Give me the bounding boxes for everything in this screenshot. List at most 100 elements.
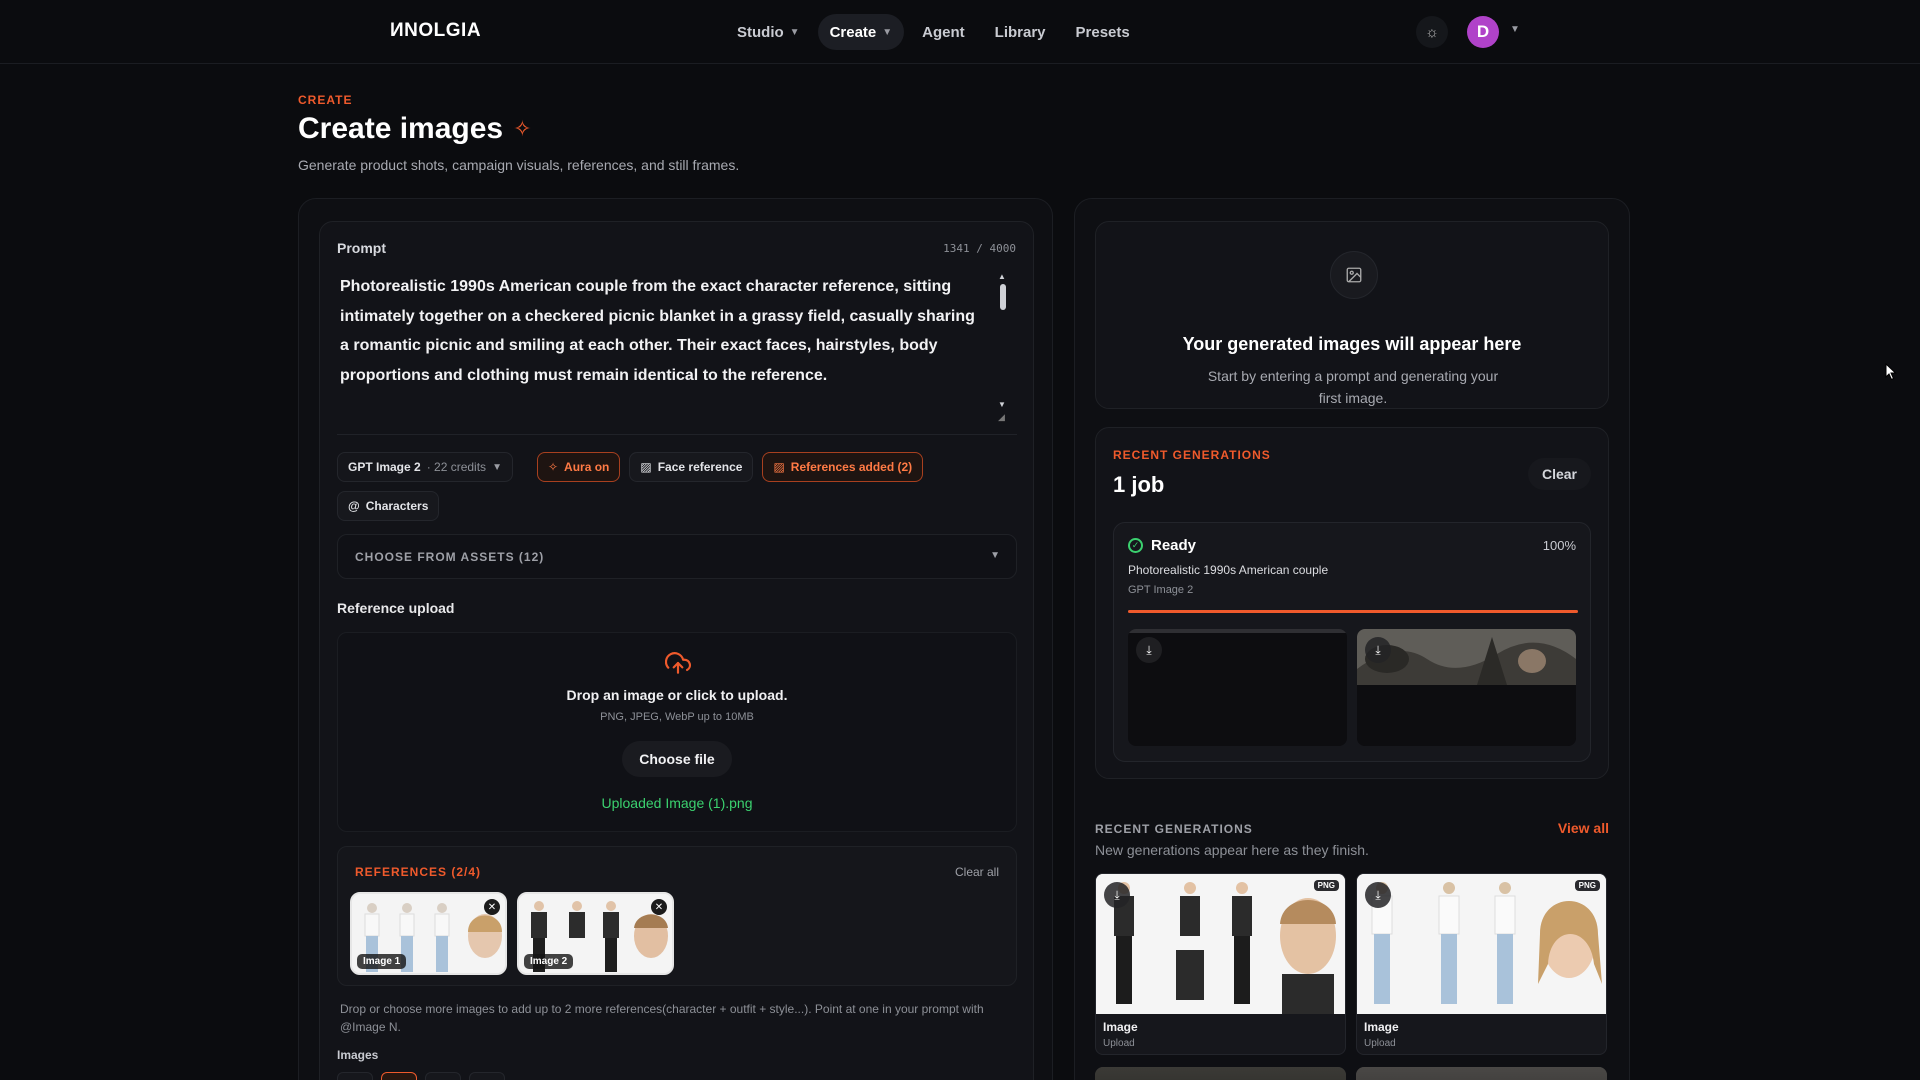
generated-image-thumbnail[interactable]: ⤓ — [1357, 629, 1576, 746]
empty-state-title: Your generated images will appear here — [1182, 334, 1522, 354]
page-subtitle: Generate product shots, campaign visuals… — [298, 157, 740, 173]
chevron-down-icon: ▼ — [882, 26, 893, 38]
generation-card[interactable]: ⤓ PNG Image Upload — [1356, 873, 1607, 1055]
nav-label: Agent — [922, 23, 965, 41]
nav-label: Presets — [1075, 23, 1130, 41]
job-description: Photorealistic 1990s American couple — [1128, 563, 1329, 577]
character-counter: 1341 / 4000 — [943, 242, 1016, 255]
image-count-option-selected[interactable] — [381, 1072, 417, 1080]
references-help-text: Drop or choose more images to add up to … — [340, 1002, 984, 1034]
clear-all-button[interactable]: Clear all — [955, 865, 999, 879]
generation-image — [1356, 1067, 1607, 1080]
chevron-down-icon: ▼ — [492, 461, 502, 473]
generation-preview — [1096, 874, 1345, 1014]
user-avatar[interactable]: D — [1467, 16, 1499, 48]
upload-dropzone[interactable]: Drop an image or click to upload. PNG, J… — [337, 632, 1017, 832]
remove-reference-icon[interactable]: ✕ — [651, 899, 667, 915]
empty-state-card: Your generated images will appear here S… — [1095, 221, 1609, 409]
resize-handle-icon[interactable]: ◢ — [998, 412, 1005, 423]
reference-upload-title: Reference upload — [337, 600, 455, 616]
image-count-option[interactable] — [469, 1072, 505, 1080]
scroll-down-arrow-icon[interactable]: ▼ — [998, 400, 1006, 409]
image-count-option[interactable] — [337, 1072, 373, 1080]
job-progress-bar — [1128, 610, 1578, 613]
images-count-selector — [337, 1072, 505, 1080]
face-reference-button[interactable]: ▨ Face reference — [629, 452, 754, 482]
reference-thumbnail[interactable]: ✕ Image 2 — [517, 892, 674, 975]
view-all-link[interactable]: View all — [1558, 820, 1609, 836]
empty-state-subtitle: Start by entering a prompt and generatin… — [1207, 368, 1499, 406]
results-panel: Your generated images will appear here S… — [1074, 198, 1630, 1080]
characters-button[interactable]: @ Characters — [337, 491, 440, 521]
generation-preview — [1357, 874, 1606, 1014]
aura-toggle[interactable]: ✧ Aura on — [536, 452, 621, 482]
scrollbar-thumb[interactable] — [1000, 284, 1006, 310]
generation-options: GPT Image 2 · 22 credits ▼ ✧ Aura on ▨ F… — [337, 452, 1027, 521]
page-title-text: Create images — [298, 112, 504, 145]
nav-label: Create — [829, 23, 877, 41]
choose-file-button[interactable]: Choose file — [622, 741, 732, 777]
main-nav: Studio ▼ Create ▼ Agent Library Presets — [725, 14, 1142, 50]
model-name: GPT Image 2 — [348, 460, 421, 474]
aura-label: Aura on — [564, 460, 610, 474]
chevron-down-icon[interactable]: ▼ — [1510, 24, 1520, 35]
face-reference-label: Face reference — [657, 460, 743, 474]
sparkle-icon: ✧ — [547, 460, 559, 474]
choose-from-assets-dropdown[interactable]: CHOOSE FROM ASSETS (12) ▼ — [337, 534, 1017, 579]
references-added-button[interactable]: ▨ References added (2) — [762, 452, 924, 482]
page-title: Create images ✧ — [298, 112, 532, 146]
theme-toggle-button[interactable]: ☼ — [1416, 16, 1448, 48]
download-icon[interactable]: ⤓ — [1136, 637, 1162, 663]
image-icon: ▨ — [773, 460, 785, 474]
reference-label: Image 1 — [357, 954, 407, 969]
mouse-cursor-icon — [1885, 363, 1897, 381]
job-status: ✓ Ready — [1128, 537, 1196, 554]
uploaded-file-status: Uploaded Image (1).png — [601, 795, 753, 811]
generation-image: ⤓ PNG — [1357, 874, 1606, 1014]
remove-reference-icon[interactable]: ✕ — [484, 899, 500, 915]
references-box: REFERENCES (2/4) Clear all ✕ Image 1 ✕ I… — [337, 846, 1017, 986]
download-icon[interactable]: ⤓ — [1104, 882, 1130, 908]
generation-card[interactable] — [1356, 1067, 1607, 1080]
prompt-label: Prompt — [337, 240, 386, 256]
page-eyebrow: CREATE — [298, 93, 353, 107]
generation-card[interactable] — [1095, 1067, 1346, 1080]
image-count-option[interactable] — [425, 1072, 461, 1080]
nav-item-studio[interactable]: Studio ▼ — [725, 14, 812, 50]
reference-thumbnail[interactable]: ✕ Image 1 — [350, 892, 507, 975]
assets-label: CHOOSE FROM ASSETS (12) — [355, 550, 545, 564]
nav-item-library[interactable]: Library — [983, 14, 1058, 50]
job-percent: 100% — [1542, 538, 1576, 553]
generation-name: Image — [1364, 1020, 1399, 1034]
generation-image — [1095, 1067, 1346, 1080]
generation-source: Upload — [1364, 1038, 1396, 1049]
at-sign-icon: @ — [348, 499, 360, 513]
nav-item-agent[interactable]: Agent — [910, 14, 977, 50]
nav-item-create[interactable]: Create ▼ — [817, 14, 905, 50]
image-icon: ▨ — [640, 460, 652, 474]
references-added-label: References added (2) — [790, 460, 913, 474]
brand-logo[interactable]: ИNOLGIA — [390, 20, 481, 42]
thumbnail-top-edge — [1128, 629, 1347, 633]
download-icon[interactable]: ⤓ — [1365, 882, 1391, 908]
top-navigation-bar: ИNOLGIA Studio ▼ Create ▼ Agent Library … — [0, 0, 1920, 64]
clear-jobs-button[interactable]: Clear — [1527, 458, 1591, 490]
jobs-eyebrow: RECENT GENERATIONS — [1113, 448, 1271, 462]
model-credits: · 22 credits — [426, 460, 487, 474]
jobs-count: 1 job — [1113, 472, 1165, 497]
characters-label: Characters — [365, 499, 429, 513]
reference-label: Image 2 — [524, 954, 574, 969]
images-count-label: Images — [337, 1048, 379, 1062]
dropzone-hint: PNG, JPEG, WebP up to 10MB — [600, 711, 754, 723]
download-icon[interactable]: ⤓ — [1365, 637, 1391, 663]
prompt-scrollbar[interactable]: ▲ ▼ ◢ — [998, 272, 1008, 422]
job-item[interactable]: ✓ Ready 100% Photorealistic 1990s Americ… — [1113, 522, 1591, 762]
generated-image-thumbnail[interactable]: ⤓ — [1128, 629, 1347, 746]
chevron-down-icon: ▼ — [789, 26, 800, 38]
scroll-up-arrow-icon[interactable]: ▲ — [998, 272, 1006, 281]
generation-card[interactable]: ⤓ PNG Image Upload — [1095, 873, 1346, 1055]
nav-item-presets[interactable]: Presets — [1064, 14, 1142, 50]
prompt-textarea[interactable]: Photorealistic 1990s American couple fro… — [340, 272, 985, 390]
model-select[interactable]: GPT Image 2 · 22 credits ▼ — [337, 452, 513, 482]
sparkle-icon: ✧ — [513, 116, 532, 141]
